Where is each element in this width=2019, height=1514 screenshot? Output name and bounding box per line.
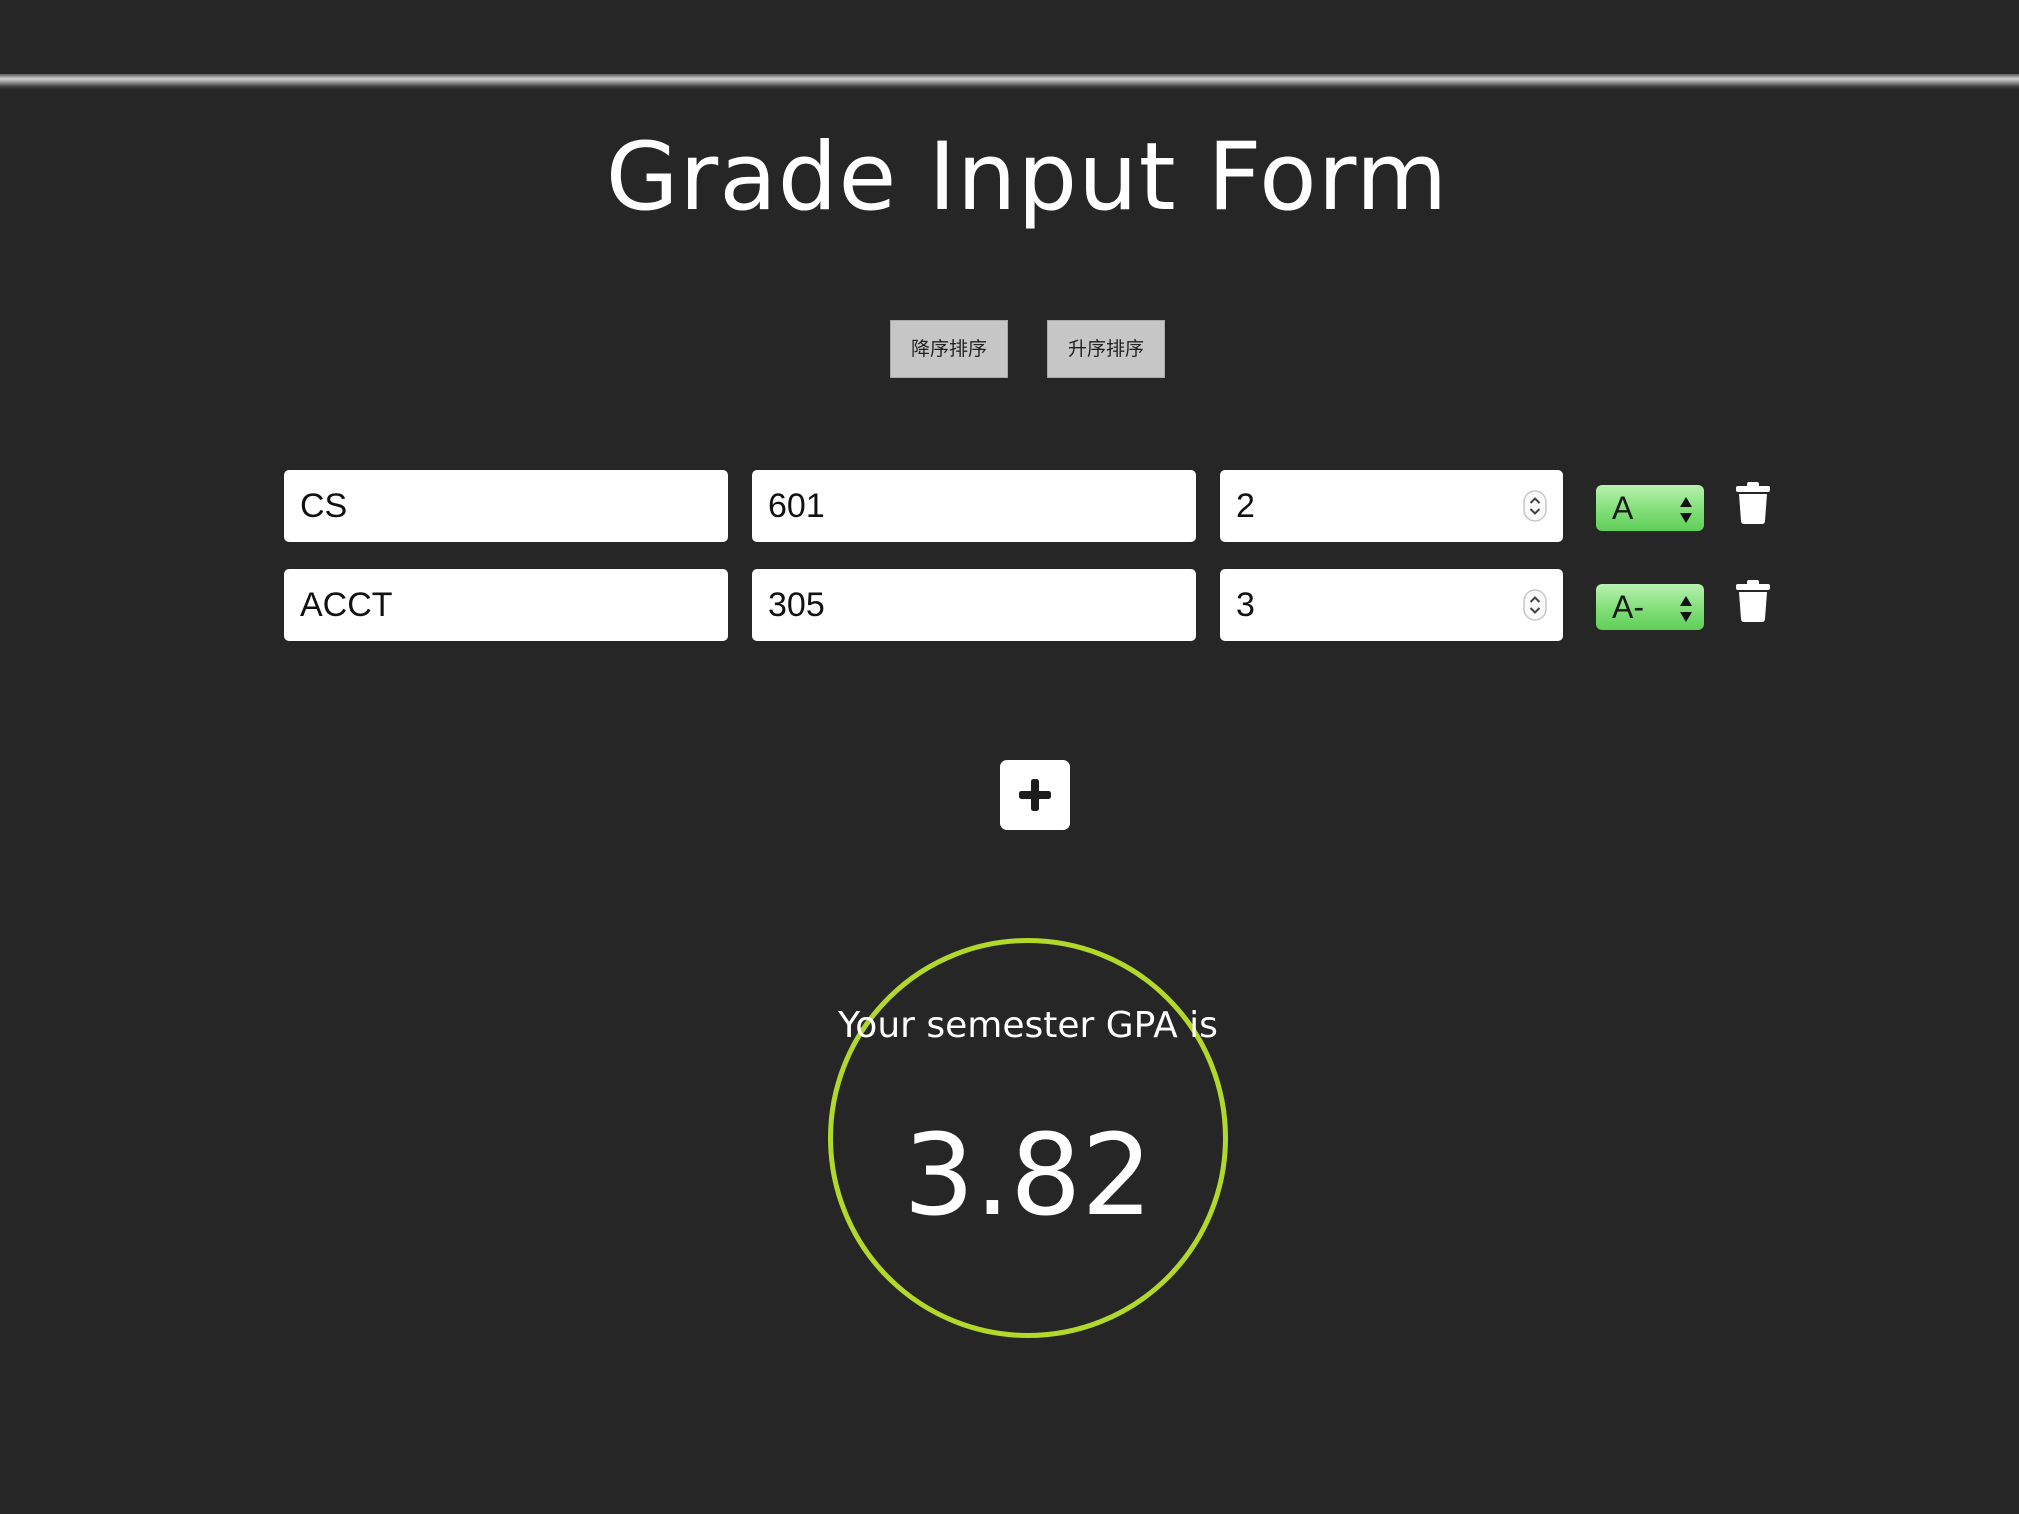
stepper-icon[interactable]: [1523, 589, 1547, 621]
top-divider: [0, 74, 2019, 90]
grade-select[interactable]: A-: [1596, 584, 1704, 630]
select-arrows-icon: [1678, 591, 1694, 623]
course-number-input[interactable]: 305: [752, 569, 1196, 641]
gpa-value: 3.82: [903, 1111, 1153, 1241]
stepper-icon[interactable]: [1523, 490, 1547, 522]
add-course-button[interactable]: [1000, 760, 1070, 830]
course-credits-value: 3: [1236, 586, 1255, 624]
sort-ascending-button[interactable]: 升序排序: [1047, 320, 1165, 378]
sort-descending-button[interactable]: 降序排序: [890, 320, 1008, 378]
grade-select-value: A: [1612, 490, 1634, 526]
course-credits-input[interactable]: 2: [1220, 470, 1563, 542]
course-credits-value: 2: [1236, 487, 1255, 525]
trash-icon[interactable]: [1736, 580, 1770, 622]
course-department-input[interactable]: CS: [284, 470, 728, 542]
gpa-caption: Your semester GPA is: [838, 1005, 1218, 1046]
select-arrows-icon: [1678, 492, 1694, 524]
plus-icon: [1019, 779, 1051, 811]
grade-select-value: A-: [1612, 589, 1644, 625]
course-department-input[interactable]: ACCT: [284, 569, 728, 641]
page-title: Grade Input Form: [605, 123, 1449, 232]
course-credits-input[interactable]: 3: [1220, 569, 1563, 641]
trash-icon[interactable]: [1736, 482, 1770, 524]
grade-select[interactable]: A: [1596, 485, 1704, 531]
course-number-input[interactable]: 601: [752, 470, 1196, 542]
gpa-result-circle: Your semester GPA is 3.82: [828, 938, 1228, 1338]
grade-form-page: Grade Input Form 降序排序 升序排序 CS 601 2 A AC…: [0, 0, 2019, 1514]
